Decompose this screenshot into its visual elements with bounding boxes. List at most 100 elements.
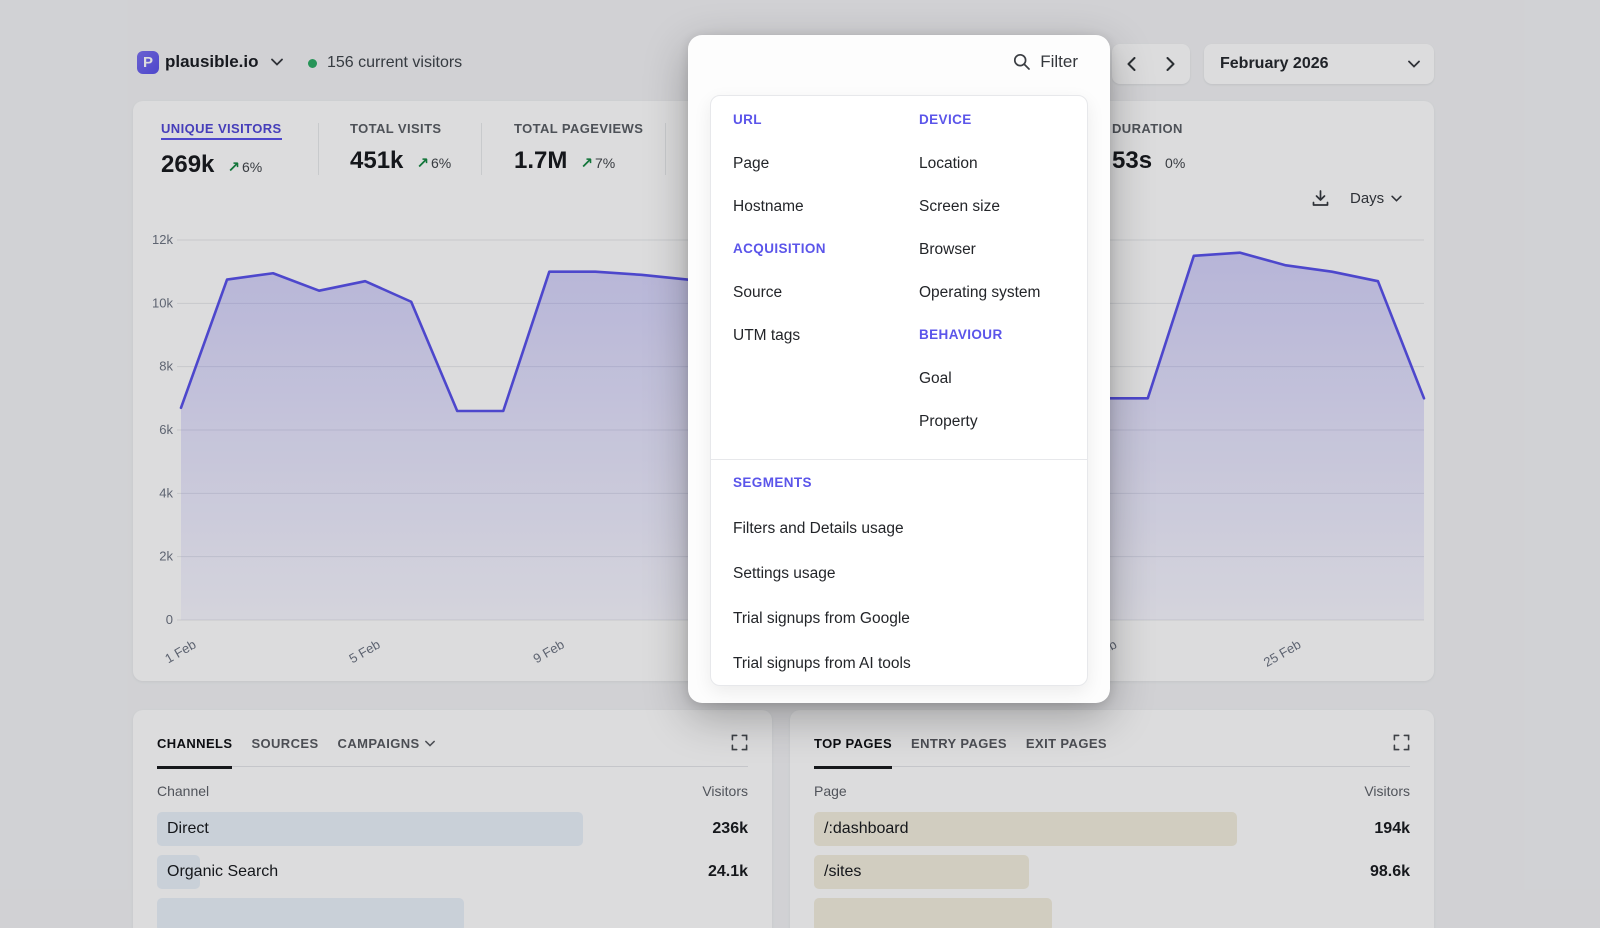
interval-label: Days: [1350, 190, 1384, 207]
y-axis-label: 0: [166, 612, 173, 627]
stat-value: 451k: [350, 147, 403, 175]
trend-up-icon: ↗: [580, 155, 593, 172]
chevron-down-icon: [425, 740, 435, 747]
chevron-right-icon: [1166, 57, 1175, 71]
column-header-page: Page: [814, 783, 847, 799]
tab-sources[interactable]: SOURCES: [251, 736, 318, 751]
table-header: Page Visitors: [814, 783, 1410, 799]
stat-value: 269k: [161, 151, 214, 179]
pages-panel: TOP PAGES ENTRY PAGES EXIT PAGES Page Vi…: [790, 710, 1434, 928]
table-row[interactable]: /sites 98.6k: [814, 855, 1410, 889]
stat-label: DURATION: [1112, 121, 1185, 136]
x-axis-label: 9 Feb: [531, 637, 567, 667]
filter-menu: URL Page Hostname ACQUISITION Source UTM…: [710, 95, 1088, 686]
prev-period-button[interactable]: [1112, 44, 1151, 84]
row-value: 236k: [712, 820, 748, 838]
date-range-selector[interactable]: February 2026: [1204, 44, 1434, 84]
filter-item-browser[interactable]: Browser: [919, 241, 1065, 261]
filter-item-property[interactable]: Property: [919, 413, 1065, 433]
segment-item-filters-details-usage[interactable]: Filters and Details usage: [733, 520, 1065, 540]
date-range-label: February 2026: [1220, 55, 1329, 73]
stat-visit-duration[interactable]: DURATION 53s 0%: [1112, 121, 1185, 175]
filter-item-page[interactable]: Page: [733, 155, 919, 175]
stat-total-visits[interactable]: TOTAL VISITS 451k ↗6%: [350, 121, 451, 175]
stat-total-pageviews[interactable]: TOTAL PAGEVIEWS 1.7M ↗7%: [514, 121, 643, 175]
trend-up-icon: ↗: [227, 159, 240, 176]
filter-item-hostname[interactable]: Hostname: [733, 198, 919, 218]
current-visitors-label: 156 current visitors: [327, 54, 462, 72]
table-row-partial[interactable]: [157, 898, 748, 928]
x-axis-label: 5 Feb: [346, 637, 382, 667]
row-bar: [814, 898, 1052, 928]
expand-panel-button[interactable]: [1393, 734, 1410, 751]
filter-item-operating-system[interactable]: Operating system: [919, 284, 1065, 304]
filter-button[interactable]: Filter: [1013, 52, 1078, 72]
expand-panel-button[interactable]: [731, 734, 748, 751]
segment-item-trial-signups-ai[interactable]: Trial signups from AI tools: [733, 655, 1065, 675]
channels-rows: Direct 236k Organic Search 24.1k: [157, 812, 748, 928]
filter-section-device: DEVICE: [919, 112, 1065, 132]
y-axis-label: 10k: [152, 295, 173, 310]
date-nav: [1112, 44, 1190, 84]
stat-label: TOTAL PAGEVIEWS: [514, 121, 643, 136]
fullscreen-icon: [1393, 734, 1410, 751]
stat-change: ↗7%: [580, 154, 615, 172]
table-row[interactable]: /:dashboard 194k: [814, 812, 1410, 846]
filter-item-goal[interactable]: Goal: [919, 370, 1065, 390]
tab-exit-pages[interactable]: EXIT PAGES: [1026, 736, 1107, 751]
next-period-button[interactable]: [1151, 44, 1190, 84]
stat-divider: [318, 123, 319, 175]
row-value: 194k: [1374, 820, 1410, 838]
site-name: plausible.io: [165, 52, 259, 72]
segment-item-trial-signups-google[interactable]: Trial signups from Google: [733, 610, 1065, 630]
tab-campaigns[interactable]: CAMPAIGNS: [338, 736, 435, 751]
chevron-down-icon: [271, 58, 283, 66]
filter-column-right: DEVICE Location Screen size Browser Oper…: [919, 112, 1065, 456]
chevron-down-icon: [1408, 60, 1420, 68]
pages-rows: /:dashboard 194k /sites 98.6k: [814, 812, 1410, 928]
stat-value: 1.7M: [514, 147, 567, 175]
table-row-partial[interactable]: [814, 898, 1410, 928]
column-header-visitors: Visitors: [1364, 783, 1410, 799]
stat-change: 0%: [1165, 155, 1185, 171]
stat-change: ↗6%: [227, 158, 262, 176]
table-row[interactable]: Direct 236k: [157, 812, 748, 846]
segments-section: SEGMENTS Filters and Details usage Setti…: [711, 460, 1087, 675]
filter-popover: Filter URL Page Hostname ACQUISITION Sou…: [688, 35, 1110, 703]
channels-tabs: CHANNELS SOURCES CAMPAIGNS: [157, 734, 748, 767]
stat-change: ↗6%: [416, 154, 451, 172]
segment-item-settings-usage[interactable]: Settings usage: [733, 565, 1065, 585]
interval-selector[interactable]: Days: [1350, 190, 1402, 207]
filter-item-source[interactable]: Source: [733, 284, 919, 304]
row-label: Direct: [167, 820, 209, 838]
x-axis-label: 1 Feb: [162, 637, 198, 667]
filter-item-location[interactable]: Location: [919, 155, 1065, 175]
filter-item-screen-size[interactable]: Screen size: [919, 198, 1065, 218]
chart-controls: Days: [1311, 189, 1402, 208]
channels-panel: CHANNELS SOURCES CAMPAIGNS Channel Visit…: [133, 710, 772, 928]
tab-channels[interactable]: CHANNELS: [157, 736, 232, 751]
search-icon: [1013, 53, 1031, 71]
row-value: 24.1k: [708, 863, 748, 881]
export-button[interactable]: [1311, 189, 1330, 208]
filter-label: Filter: [1040, 52, 1078, 72]
filter-item-utm-tags[interactable]: UTM tags: [733, 327, 919, 347]
row-label: /sites: [824, 863, 861, 881]
stat-unique-visitors[interactable]: UNIQUE VISITORS 269k ↗6%: [161, 121, 282, 179]
current-visitors-link[interactable]: 156 current visitors: [308, 54, 462, 72]
filter-section-segments: SEGMENTS: [733, 475, 1065, 495]
tab-entry-pages[interactable]: ENTRY PAGES: [911, 736, 1007, 751]
pages-tabs: TOP PAGES ENTRY PAGES EXIT PAGES: [814, 734, 1410, 767]
tab-top-pages[interactable]: TOP PAGES: [814, 736, 892, 751]
live-indicator-dot: [308, 59, 317, 68]
column-header-visitors: Visitors: [702, 783, 748, 799]
x-axis-label: 25 Feb: [1261, 637, 1304, 670]
row-label: Organic Search: [167, 863, 278, 881]
stat-divider: [481, 123, 482, 175]
trend-up-icon: ↗: [416, 155, 429, 172]
site-switcher[interactable]: plausible.io: [165, 52, 283, 72]
fullscreen-icon: [731, 734, 748, 751]
table-row[interactable]: Organic Search 24.1k: [157, 855, 748, 889]
row-label: /:dashboard: [824, 820, 909, 838]
row-bar: [157, 898, 464, 928]
